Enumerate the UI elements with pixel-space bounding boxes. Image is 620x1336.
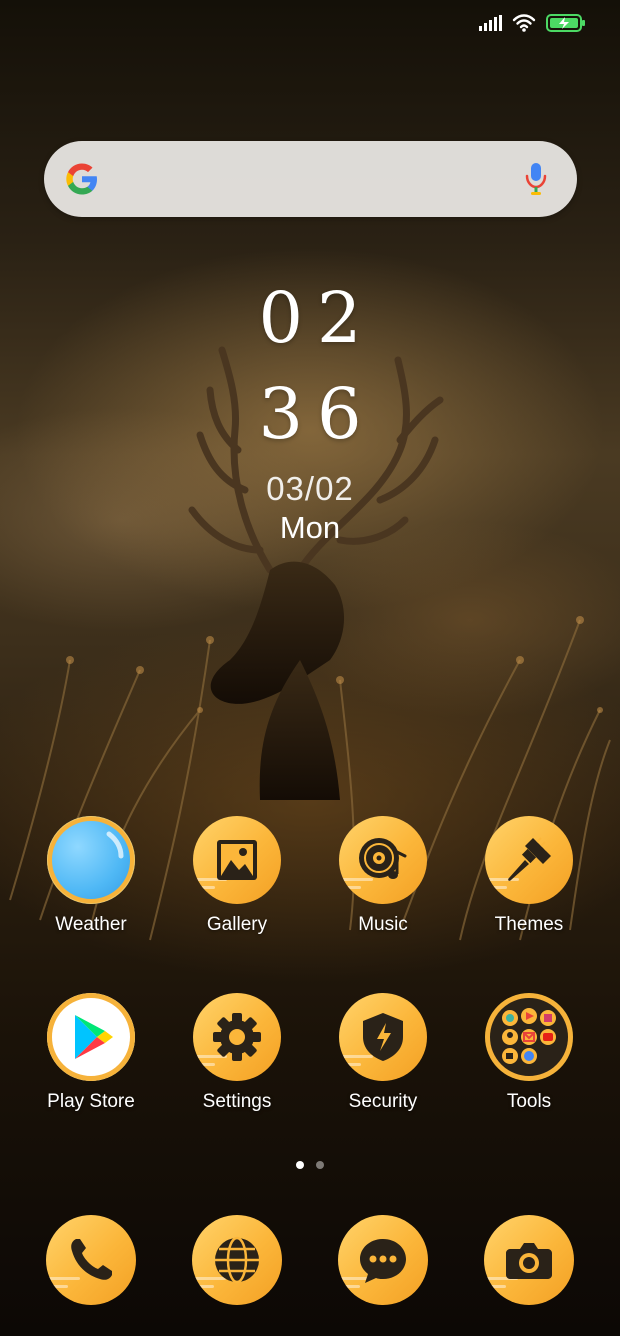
app-gallery[interactable]: Gallery xyxy=(164,816,310,936)
shield-icon xyxy=(339,993,427,1081)
dock-messaging[interactable] xyxy=(338,1215,428,1305)
messaging-icon xyxy=(338,1215,428,1305)
cellular-signal-icon xyxy=(479,15,502,31)
clock-widget[interactable]: 02 36 03/02 Mon xyxy=(0,270,620,546)
app-play-store[interactable]: Play Store xyxy=(18,993,164,1113)
app-music[interactable]: Music xyxy=(310,816,456,936)
music-icon xyxy=(339,816,427,904)
app-label: Music xyxy=(358,914,408,935)
page-indicator xyxy=(0,1161,620,1169)
gear-icon xyxy=(193,993,281,1081)
gallery-icon xyxy=(193,816,281,904)
app-label: Themes xyxy=(494,914,564,935)
app-themes[interactable]: Themes xyxy=(456,816,602,936)
app-label: Security xyxy=(348,1091,418,1112)
clock-minutes: 36 xyxy=(258,373,376,455)
app-label: Gallery xyxy=(206,914,268,935)
status-bar xyxy=(478,14,586,32)
dock-browser[interactable] xyxy=(192,1215,282,1305)
paintbrush-icon xyxy=(485,816,573,904)
folder-icon xyxy=(485,993,573,1081)
home-screen: 02 36 03/02 Mon Weather Gallery Music Th… xyxy=(0,0,620,1336)
app-tools-folder[interactable]: Tools xyxy=(456,993,602,1113)
app-label: Play Store xyxy=(47,1091,135,1112)
day-text: Mon xyxy=(279,510,341,545)
dock-phone[interactable] xyxy=(46,1215,136,1305)
phone-icon xyxy=(46,1215,136,1305)
app-settings[interactable]: Settings xyxy=(164,993,310,1113)
battery-charging-icon xyxy=(546,14,585,32)
google-logo-icon xyxy=(66,163,97,195)
browser-globe-icon xyxy=(192,1215,282,1305)
google-search-bar[interactable] xyxy=(44,141,577,217)
weather-icon xyxy=(47,816,135,904)
page-dot-active[interactable] xyxy=(296,1161,304,1169)
app-label: Settings xyxy=(202,1091,272,1112)
page-dot[interactable] xyxy=(316,1161,324,1169)
date-text: 03/02 xyxy=(266,470,354,507)
play-store-icon xyxy=(47,993,135,1081)
microphone-icon[interactable] xyxy=(523,161,549,197)
app-label: Weather xyxy=(55,914,127,935)
camera-icon xyxy=(484,1215,574,1305)
app-weather[interactable]: Weather xyxy=(18,816,164,936)
clock-hours: 02 xyxy=(258,277,376,359)
wifi-icon xyxy=(512,14,536,32)
dock-camera[interactable] xyxy=(484,1215,574,1305)
app-security[interactable]: Security xyxy=(310,993,456,1113)
app-label: Tools xyxy=(506,1091,552,1112)
